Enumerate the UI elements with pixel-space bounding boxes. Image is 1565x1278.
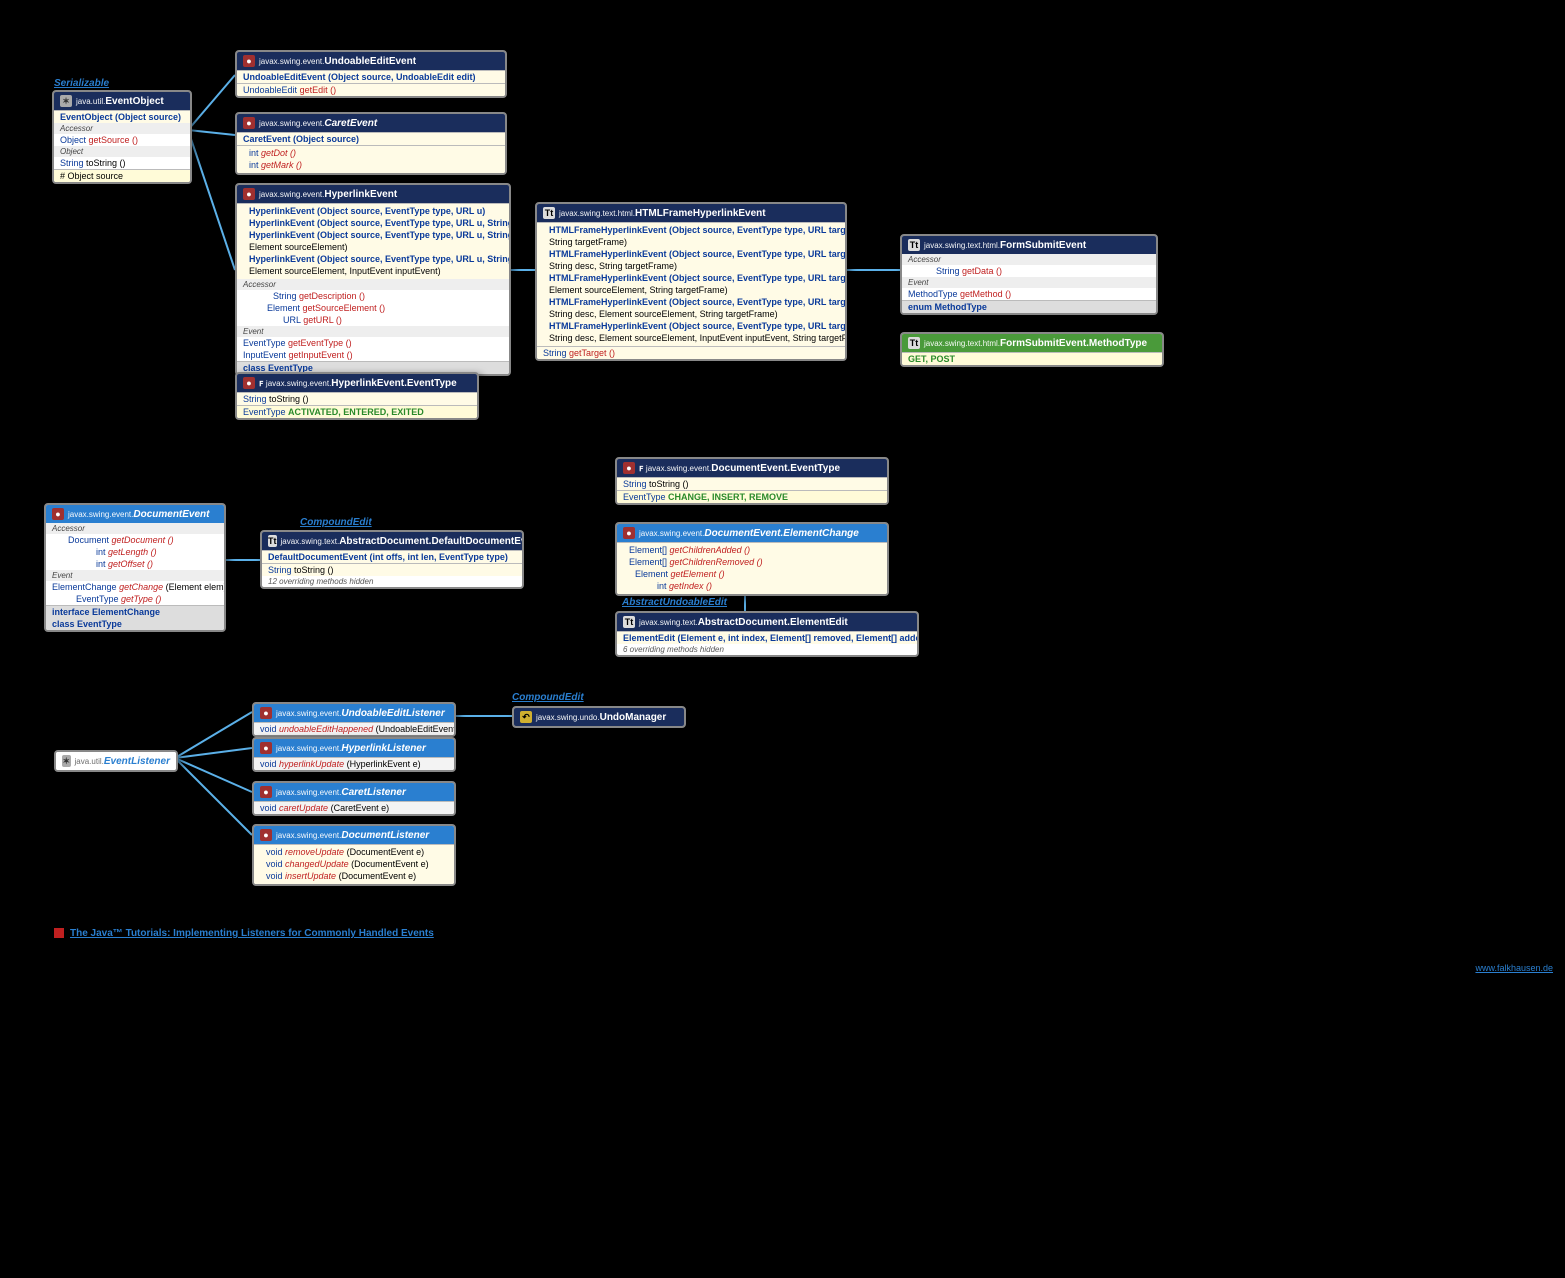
- interface-icon: ●: [52, 508, 64, 520]
- documentevent-eventtype: ● ꜰ javax.swing.event.DocumentEvent.Even…: [615, 457, 889, 505]
- interface-icon: ●: [623, 527, 635, 539]
- class-icon: Tt: [623, 616, 635, 628]
- enum-icon: Tt: [908, 337, 920, 349]
- eventlistener-interface: ✶ java.util.EventListener: [54, 750, 178, 772]
- hyperlinkeventtype-class: ● ꜰ javax.swing.event.HyperlinkEvent.Eve…: [235, 372, 479, 420]
- class-icon: ✶: [60, 95, 72, 107]
- htmlframehyperlink-class: Tt javax.swing.text.html.HTMLFrameHyperl…: [535, 202, 847, 361]
- tutorial-link[interactable]: The Java™ Tutorials: Implementing Listen…: [54, 928, 434, 939]
- interface-icon: ●: [260, 707, 272, 719]
- serializable-label[interactable]: Serializable: [54, 78, 109, 89]
- class-icon: ●: [623, 462, 635, 474]
- undo-icon: ↶: [520, 711, 532, 723]
- interface-icon: ✶: [62, 755, 71, 767]
- hyperlinklistener: ● javax.swing.event.HyperlinkListener vo…: [252, 737, 456, 772]
- class-icon: Tt: [543, 207, 555, 219]
- undoableeditlistener: ● javax.swing.event.UndoableEditListener…: [252, 702, 456, 737]
- hyperlinkevent-class: ● javax.swing.event.HyperlinkEvent Hyper…: [235, 183, 511, 376]
- caretevent-class: ● javax.swing.event.CaretEvent CaretEven…: [235, 112, 507, 175]
- footer-link[interactable]: www.falkhausen.de: [1475, 963, 1553, 973]
- formsubmit-class: Tt javax.swing.text.html.FormSubmitEvent…: [900, 234, 1158, 315]
- formsubmit-methodtype: Tt javax.swing.text.html.FormSubmitEvent…: [900, 332, 1164, 367]
- interface-icon: ●: [260, 786, 272, 798]
- class-icon: Tt: [268, 535, 277, 547]
- defaultdocumentevent-class: Tt javax.swing.text.AbstractDocument.Def…: [260, 530, 524, 589]
- documentlistener: ● javax.swing.event.DocumentListener voi…: [252, 824, 456, 886]
- undoableeditevent-class: ● javax.swing.event.UndoableEditEvent Un…: [235, 50, 507, 98]
- compoundedit-label-1[interactable]: CompoundEdit: [300, 517, 372, 528]
- interface-icon: ●: [260, 829, 272, 841]
- undomanager-class: ↶ javax.swing.undo.UndoManager: [512, 706, 686, 728]
- documentevent-interface: ● javax.swing.event.DocumentEvent Access…: [44, 503, 226, 632]
- eventobject-header: ✶ java.util.EventObject: [54, 92, 190, 110]
- elementedit-class: Tt javax.swing.text.AbstractDocument.Ele…: [615, 611, 919, 657]
- class-icon: ●: [243, 188, 255, 200]
- eventobject-class: ✶ java.util.EventObject EventObject (Obj…: [52, 90, 192, 184]
- class-icon: Tt: [908, 239, 920, 251]
- oracle-icon: [54, 928, 64, 938]
- caretlistener: ● javax.swing.event.CaretListener void c…: [252, 781, 456, 816]
- class-icon: ●: [243, 117, 255, 129]
- compoundedit-label-2[interactable]: CompoundEdit: [512, 692, 584, 703]
- class-icon: ●: [243, 377, 255, 389]
- class-icon: ●: [243, 55, 255, 67]
- abstractundoableedit-label[interactable]: AbstractUndoableEdit: [622, 597, 727, 608]
- interface-icon: ●: [260, 742, 272, 754]
- documentevent-elementchange: ● javax.swing.event.DocumentEvent.Elemen…: [615, 522, 889, 596]
